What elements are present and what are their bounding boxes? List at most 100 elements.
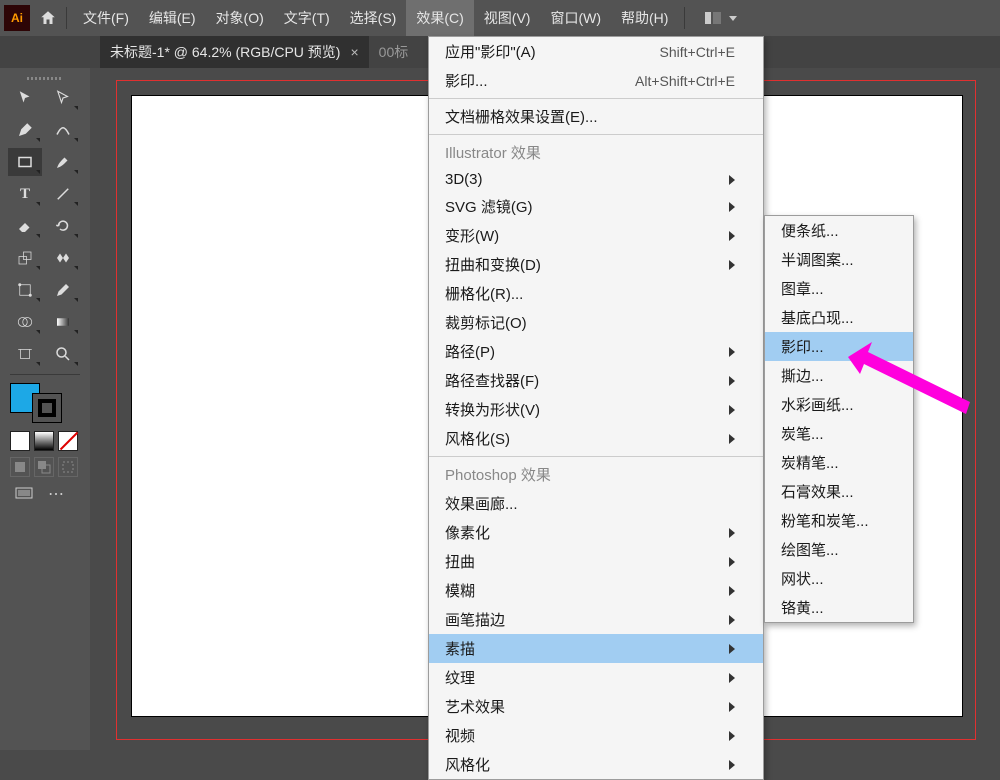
- paintbrush-tool[interactable]: [46, 148, 80, 176]
- mi-label: 纹理: [445, 667, 475, 688]
- mi-warp[interactable]: 变形(W): [429, 221, 763, 250]
- tab-active[interactable]: 未标题-1* @ 64.2% (RGB/CPU 预览) ×: [100, 36, 369, 68]
- app-logo[interactable]: Ai: [4, 5, 30, 31]
- mi-rasterize[interactable]: 栅格化(R)...: [429, 279, 763, 308]
- submenu-arrow-icon: [729, 202, 735, 212]
- mi-charcoal[interactable]: 炭笔...: [765, 419, 913, 448]
- mi-label: 便条纸...: [781, 220, 839, 241]
- draw-behind[interactable]: [34, 457, 54, 477]
- direct-selection-tool[interactable]: [46, 84, 80, 112]
- mi-video[interactable]: 视频: [429, 721, 763, 750]
- mi-bas-relief[interactable]: 基底凸现...: [765, 303, 913, 332]
- menu-effect[interactable]: 效果(C): [406, 0, 473, 36]
- edit-toolbar[interactable]: ⋯: [42, 483, 70, 505]
- menu-window[interactable]: 窗口(W): [540, 0, 611, 36]
- mi-crop-marks[interactable]: 裁剪标记(O): [429, 308, 763, 337]
- mi-stylize-ai[interactable]: 风格化(S): [429, 424, 763, 453]
- type-icon: T: [20, 186, 30, 203]
- mi-graphic-pen[interactable]: 绘图笔...: [765, 535, 913, 564]
- tab-secondary[interactable]: 00标: [369, 36, 419, 68]
- mi-raster-settings[interactable]: 文档栅格效果设置(E)...: [429, 102, 763, 131]
- fill-stroke-swatch[interactable]: [4, 379, 86, 427]
- mi-label: 模糊: [445, 580, 475, 601]
- gradient-tool[interactable]: [46, 308, 80, 336]
- draw-inside[interactable]: [58, 457, 78, 477]
- menu-file[interactable]: 文件(F): [73, 0, 139, 36]
- mi-svg-filters[interactable]: SVG 滤镜(G): [429, 192, 763, 221]
- menu-view[interactable]: 视图(V): [474, 0, 541, 36]
- mi-halftone[interactable]: 半调图案...: [765, 245, 913, 274]
- mi-label: 扭曲和变换(D): [445, 254, 541, 275]
- home-button[interactable]: [36, 6, 60, 30]
- mi-texture[interactable]: 纹理: [429, 663, 763, 692]
- mi-path[interactable]: 路径(P): [429, 337, 763, 366]
- menu-object[interactable]: 对象(O): [206, 0, 274, 36]
- mi-label: 像素化: [445, 522, 490, 543]
- selection-tool[interactable]: [8, 84, 42, 112]
- scale-tool[interactable]: [8, 244, 42, 272]
- mi-label: 艺术效果: [445, 696, 505, 717]
- line-tool[interactable]: [46, 180, 80, 208]
- mi-pixelate[interactable]: 像素化: [429, 518, 763, 547]
- mi-conte-crayon[interactable]: 炭精笔...: [765, 448, 913, 477]
- eyedropper-icon: [54, 281, 72, 299]
- mi-torn-edges[interactable]: 撕边...: [765, 361, 913, 390]
- eraser-tool[interactable]: [8, 212, 42, 240]
- scale-icon: [16, 249, 34, 267]
- mi-plaster[interactable]: 石膏效果...: [765, 477, 913, 506]
- separator: [66, 7, 67, 29]
- shape-builder-tool[interactable]: [8, 308, 42, 336]
- mi-stamp[interactable]: 图章...: [765, 274, 913, 303]
- mi-distort[interactable]: 扭曲: [429, 547, 763, 576]
- mi-label: 风格化: [445, 754, 490, 775]
- mi-brush-strokes[interactable]: 画笔描边: [429, 605, 763, 634]
- tab-close-button[interactable]: ×: [350, 44, 358, 60]
- menu-help[interactable]: 帮助(H): [611, 0, 678, 36]
- eyedropper-tool[interactable]: [46, 276, 80, 304]
- color-mode-gradient[interactable]: [34, 431, 54, 451]
- draw-normal[interactable]: [10, 457, 30, 477]
- mi-label: 3D(3): [445, 171, 483, 188]
- artboard-tool[interactable]: [8, 340, 42, 368]
- mi-water-paper[interactable]: 水彩画纸...: [765, 390, 913, 419]
- screen-mode[interactable]: [10, 483, 38, 505]
- mi-blur[interactable]: 模糊: [429, 576, 763, 605]
- mi-last-effect[interactable]: 影印...Alt+Shift+Ctrl+E: [429, 66, 763, 95]
- mi-stylize-ps[interactable]: 风格化: [429, 750, 763, 779]
- stroke-color[interactable]: [32, 393, 62, 423]
- rotate-tool[interactable]: [46, 212, 80, 240]
- mi-reticulation[interactable]: 网状...: [765, 564, 913, 593]
- width-icon: [54, 249, 72, 267]
- pen-tool[interactable]: [8, 116, 42, 144]
- mi-chrome[interactable]: 铬黄...: [765, 593, 913, 622]
- menu-type[interactable]: 文字(T): [274, 0, 340, 36]
- mi-effect-gallery[interactable]: 效果画廊...: [429, 489, 763, 518]
- mi-artistic[interactable]: 艺术效果: [429, 692, 763, 721]
- mi-note-paper[interactable]: 便条纸...: [765, 216, 913, 245]
- color-mode-none[interactable]: [58, 431, 78, 451]
- curvature-tool[interactable]: [46, 116, 80, 144]
- menu-edit[interactable]: 编辑(E): [139, 0, 206, 36]
- mi-chalk-charcoal[interactable]: 粉笔和炭笔...: [765, 506, 913, 535]
- zoom-tool[interactable]: [46, 340, 80, 368]
- mi-convert-shape[interactable]: 转换为形状(V): [429, 395, 763, 424]
- mi-label: 基底凸现...: [781, 307, 854, 328]
- rectangle-tool[interactable]: [8, 148, 42, 176]
- panel-grip[interactable]: [4, 74, 86, 82]
- workspace-switcher[interactable]: [699, 12, 743, 24]
- mi-distort-transform[interactable]: 扭曲和变换(D): [429, 250, 763, 279]
- app-bar: Ai 文件(F) 编辑(E) 对象(O) 文字(T) 选择(S) 效果(C) 视…: [0, 0, 1000, 36]
- mi-photocopy[interactable]: 影印...: [765, 332, 913, 361]
- mi-pathfinder[interactable]: 路径查找器(F): [429, 366, 763, 395]
- free-transform-tool[interactable]: [8, 276, 42, 304]
- submenu-arrow-icon: [729, 376, 735, 386]
- mi-label: 铬黄...: [781, 597, 824, 618]
- color-mode-solid[interactable]: [10, 431, 30, 451]
- type-tool[interactable]: T: [8, 180, 42, 208]
- mi-apply-last[interactable]: 应用"影印"(A)Shift+Ctrl+E: [429, 37, 763, 66]
- menu-select[interactable]: 选择(S): [340, 0, 407, 36]
- width-tool[interactable]: [46, 244, 80, 272]
- mi-label: 风格化(S): [445, 428, 510, 449]
- mi-3d[interactable]: 3D(3): [429, 167, 763, 192]
- mi-sketch[interactable]: 素描: [429, 634, 763, 663]
